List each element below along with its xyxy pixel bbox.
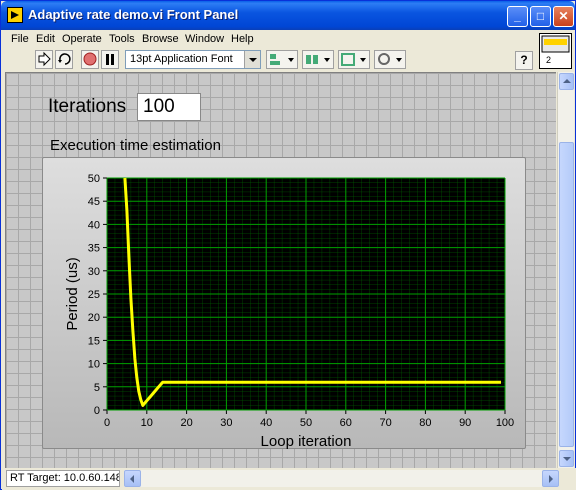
x-tick-label: 50 (300, 417, 312, 429)
y-tick-label: 50 (88, 173, 100, 185)
scroll-right-icon[interactable] (542, 470, 559, 487)
reorder-icon[interactable] (374, 50, 406, 69)
y-tick-label: 25 (88, 289, 100, 301)
run-arrow-icon[interactable] (35, 50, 53, 69)
connector-pane-glyph (541, 35, 570, 53)
abort-glyph (83, 52, 97, 66)
horizontal-scrollbar[interactable] (124, 470, 559, 487)
x-tick-label: 60 (340, 417, 352, 429)
scroll-up-icon[interactable] (559, 73, 574, 90)
pause-glyph (106, 54, 114, 65)
scroll-thumb[interactable] (559, 142, 574, 447)
y-tick-label: 20 (88, 312, 100, 324)
menu-help[interactable]: Help (231, 33, 254, 45)
x-tick-label: 90 (459, 417, 471, 429)
connector-pane-icon[interactable] (539, 33, 572, 69)
toolbar: 13pt Application Font (2, 48, 535, 72)
maximize-button[interactable]: □ (530, 6, 551, 27)
y-axis-label: Period (us) (64, 257, 81, 330)
menu-edit[interactable]: Edit (36, 33, 55, 45)
font-select-value: 13pt Application Font (130, 53, 233, 65)
close-button[interactable]: ✕ (553, 6, 574, 27)
x-tick-label: 80 (419, 417, 431, 429)
y-tick-label: 40 (88, 219, 100, 231)
resize-glyph (341, 53, 366, 66)
distribute-objects-icon[interactable] (302, 50, 334, 69)
chevron-down-icon (244, 51, 260, 68)
font-select[interactable]: 13pt Application Font (125, 50, 261, 69)
menu-window[interactable]: Window (185, 33, 224, 45)
connector-number: 2 (546, 55, 552, 65)
x-tick-label: 30 (220, 417, 232, 429)
waveform-chart: 0 10 20 30 40 50 60 70 80 90 100 0 5 10 15 20 25 30 35 40 45… (42, 157, 526, 450)
scroll-left-icon[interactable] (124, 470, 141, 487)
x-tick-label: 0 (104, 417, 110, 429)
rt-target-label: RT Target: 10.0.60.148 (6, 470, 120, 487)
chart-label: Execution time estimation (50, 137, 221, 154)
chart-svg: 0 10 20 30 40 50 60 70 80 90 100 0 5 10 15 20 25 30 35 40 45… (64, 173, 514, 450)
align-glyph (270, 54, 294, 65)
pause-icon[interactable] (101, 50, 119, 69)
x-tick-label: 40 (260, 417, 272, 429)
abort-icon[interactable] (81, 50, 99, 69)
y-tick-label: 30 (88, 266, 100, 278)
status-bar: RT Target: 10.0.60.148 (2, 468, 576, 490)
run-continuously-icon[interactable] (55, 50, 73, 69)
y-tick-label: 15 (88, 335, 100, 347)
x-tick-label: 20 (180, 417, 192, 429)
menu-tools[interactable]: Tools (109, 33, 135, 45)
x-tick-label: 10 (141, 417, 153, 429)
distribute-glyph (306, 55, 330, 64)
x-axis-label: Loop iteration (261, 433, 352, 450)
y-tick-label: 0 (94, 405, 100, 417)
reorder-glyph (378, 53, 402, 65)
align-objects-icon[interactable] (266, 50, 298, 69)
y-tick-label: 10 (88, 359, 100, 371)
y-tick-label: 45 (88, 196, 100, 208)
iterations-label: Iterations (48, 96, 127, 117)
y-tick-label: 5 (94, 382, 100, 394)
run-continuously-glyph (58, 53, 71, 65)
scroll-down-icon[interactable] (559, 450, 574, 467)
run-arrow-glyph (38, 51, 51, 67)
x-tick-label: 100 (496, 417, 514, 429)
front-panel: Iterations 100 Execution time estimation… (5, 72, 556, 468)
resize-objects-icon[interactable] (338, 50, 370, 69)
menu-operate[interactable]: Operate (62, 33, 102, 45)
iterations-control[interactable]: 100 (137, 93, 201, 121)
window-title: Adaptive rate demo.vi Front Panel (28, 7, 239, 22)
front-panel-window: Adaptive rate demo.vi Front Panel _ □ ✕ … (0, 0, 576, 490)
title-bar[interactable]: Adaptive rate demo.vi Front Panel _ □ ✕ (1, 1, 575, 30)
menu-file[interactable]: File (11, 33, 29, 45)
menu-bar: File Edit Operate Tools Browse Window He… (2, 30, 535, 48)
x-tick-label: 70 (379, 417, 391, 429)
labview-vi-icon (7, 7, 23, 23)
vertical-scrollbar[interactable] (557, 72, 574, 468)
menu-browse[interactable]: Browse (142, 33, 179, 45)
minimize-button[interactable]: _ (507, 6, 528, 27)
y-tick-label: 35 (88, 243, 100, 255)
context-help-button[interactable]: ? (515, 51, 533, 70)
